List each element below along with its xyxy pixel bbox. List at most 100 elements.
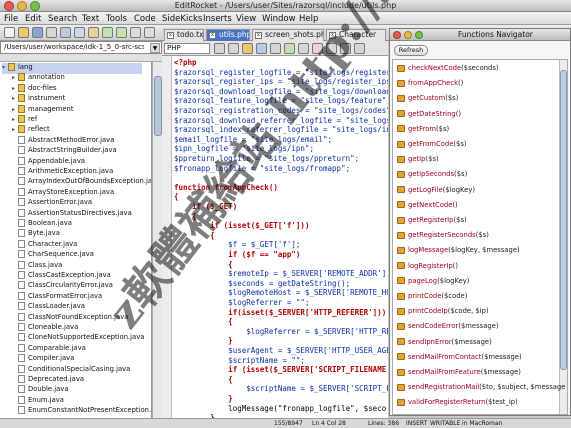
menu-help[interactable]: Help	[299, 14, 318, 24]
settings-icon[interactable]	[354, 43, 365, 54]
workspace-path-select[interactable]: /Users/user/workspace/idk-1_5_0-src-scsl…	[0, 41, 162, 54]
function-item[interactable]: printCodeIp($code, $ip)	[397, 307, 489, 319]
tree-file[interactable]: AbstractMethodError.java	[12, 135, 114, 147]
minimize-panel-icon[interactable]	[404, 31, 412, 39]
tree-file[interactable]: ConditionalSpecialCasing.java	[12, 364, 130, 376]
menu-search[interactable]: Search	[48, 14, 77, 24]
tree-file[interactable]: CharSequence.java	[12, 250, 94, 261]
function-item[interactable]: checkNextCode($seconds)	[397, 64, 499, 76]
menu-inserts[interactable]: Inserts	[203, 14, 232, 24]
function-item[interactable]: sendCodeError($message)	[397, 322, 499, 334]
close-tab-icon[interactable]: x	[329, 32, 336, 39]
function-item[interactable]: logMessage($logKey, $message)	[397, 246, 520, 258]
tree-file[interactable]: CloneNotSupportedException.java	[12, 333, 144, 344]
language-select[interactable]: PHP	[164, 43, 210, 54]
tree-file[interactable]: Boolean.java	[12, 219, 72, 230]
goto-line-icon[interactable]	[340, 43, 351, 54]
comment-icon[interactable]	[256, 43, 267, 54]
function-item[interactable]: fromAppCheck()	[397, 79, 463, 91]
tree-file[interactable]: Character.java	[12, 239, 77, 251]
tab-utils[interactable]: x utils.php	[206, 29, 250, 41]
functions-navigator-titlebar[interactable]: Functions Navigator	[390, 29, 570, 41]
tree-file[interactable]: Byte.java	[12, 229, 60, 240]
split-icon[interactable]	[326, 43, 337, 54]
close-tab-icon[interactable]: x	[167, 32, 174, 39]
menu-edit[interactable]: Edit	[25, 14, 41, 24]
tab-todo[interactable]: x todo.txt	[164, 29, 204, 41]
copy-icon[interactable]	[74, 27, 85, 38]
function-item[interactable]: sendMailFromFeature($message)	[397, 368, 521, 380]
stop-icon[interactable]	[312, 43, 323, 54]
tree-file[interactable]: AbstractStringBuilder.java	[12, 146, 117, 157]
code-editor[interactable]: <?php $razorsql_register_logfile = "site_…	[162, 56, 388, 418]
tree-file[interactable]: ClassCircularityError.java	[12, 281, 113, 292]
tree-file[interactable]: ArithmeticException.java	[12, 167, 113, 178]
save-icon[interactable]	[32, 27, 43, 38]
tree-file[interactable]: Cloneable.java	[12, 323, 78, 334]
zoom-panel-icon[interactable]	[415, 31, 423, 39]
find-icon[interactable]	[130, 27, 141, 38]
tree-file[interactable]: Comparable.java	[12, 343, 86, 355]
bookmark-icon[interactable]	[242, 43, 253, 54]
undo-icon[interactable]	[102, 27, 113, 38]
function-item[interactable]: getIp($s)	[397, 155, 439, 167]
menu-sidekicks[interactable]: SideKicks	[162, 14, 202, 24]
function-item[interactable]: validForRegisterReturn($test_ip)	[397, 398, 518, 410]
tree-file[interactable]: Appendable.java	[12, 156, 85, 168]
tree-folder[interactable]: ▸ management	[12, 104, 74, 116]
tree-file[interactable]: EnumConstantNotPresentException.java	[12, 406, 151, 417]
outdent-icon[interactable]	[228, 43, 239, 54]
tree-folder[interactable]: ▸ ref	[12, 115, 37, 126]
tree-file[interactable]: ClassFormatError.java	[12, 291, 102, 303]
format-icon[interactable]	[270, 43, 281, 54]
refresh-button[interactable]: Refresh	[394, 45, 428, 56]
tree-file[interactable]: ArrayIndexOutOfBoundsException.java	[12, 177, 151, 188]
function-item[interactable]: getFrom($s)	[397, 125, 449, 137]
menu-code[interactable]: Code	[134, 14, 156, 24]
tree-file[interactable]: Compiler.java	[12, 354, 74, 365]
tree-file[interactable]: Double.java	[12, 385, 69, 396]
tree-file[interactable]: Deprecated.java	[12, 375, 84, 386]
function-item[interactable]: getIpSeconds($s)	[397, 170, 467, 182]
function-item[interactable]: getFromCode($s)	[397, 140, 467, 152]
tree-folder[interactable]: ▸ doc-files	[12, 83, 57, 95]
menu-view[interactable]: View	[236, 14, 256, 24]
open-folder-icon[interactable]	[18, 27, 29, 38]
tree-folder[interactable]: ▸ annotation	[12, 73, 65, 84]
tree-folder[interactable]: ▾ lang	[2, 63, 142, 74]
function-item[interactable]: sendRegistrationMail($to, $subject, $mes…	[397, 383, 565, 395]
function-item[interactable]: getCustom($s)	[397, 94, 458, 106]
tree-folder[interactable]: ▸ reflect	[12, 125, 50, 136]
function-list-scroll-thumb[interactable]	[560, 70, 567, 370]
menu-text[interactable]: Text	[82, 14, 99, 24]
function-item[interactable]: printCode($code)	[397, 292, 467, 304]
tree-file[interactable]: ClassLoader.java	[12, 302, 85, 313]
menu-window[interactable]: Window	[262, 14, 296, 24]
function-item[interactable]: getLogFile($logKey)	[397, 186, 475, 198]
close-tab-icon[interactable]: x	[255, 32, 262, 39]
tree-file[interactable]: ClassNotFoundException.java	[12, 312, 128, 324]
redo-icon[interactable]	[116, 27, 127, 38]
run-icon[interactable]	[284, 43, 295, 54]
close-tab-icon[interactable]: x	[209, 32, 216, 39]
indent-icon[interactable]	[214, 43, 225, 54]
function-item[interactable]: getDateString()	[397, 110, 461, 122]
function-item[interactable]: logRegisterIp()	[397, 262, 458, 274]
function-item[interactable]: sendMailFromContact($message)	[397, 353, 522, 365]
tree-file[interactable]: AssertionStatusDirectives.java	[12, 208, 132, 220]
paste-icon[interactable]	[88, 27, 99, 38]
function-item[interactable]: sendIpnError($message)	[397, 338, 492, 350]
print-icon[interactable]	[46, 27, 57, 38]
tree-file[interactable]: ClassCastException.java	[12, 271, 111, 282]
function-list-scrollbar[interactable]	[559, 60, 567, 414]
replace-icon[interactable]	[144, 27, 155, 38]
tab-screen-shots[interactable]: x screen_shots.php	[252, 29, 324, 41]
chevron-down-icon[interactable]: ▼	[150, 43, 160, 53]
close-panel-icon[interactable]	[393, 31, 401, 39]
tree-file[interactable]: Enum.java	[12, 395, 64, 407]
tree-file[interactable]: AssertionError.java	[12, 198, 92, 209]
tree-file[interactable]: ArrayStoreException.java	[12, 187, 114, 199]
tree-scroll-thumb[interactable]	[154, 76, 162, 136]
cut-icon[interactable]	[60, 27, 71, 38]
tree-file[interactable]: Class.java	[12, 260, 62, 272]
